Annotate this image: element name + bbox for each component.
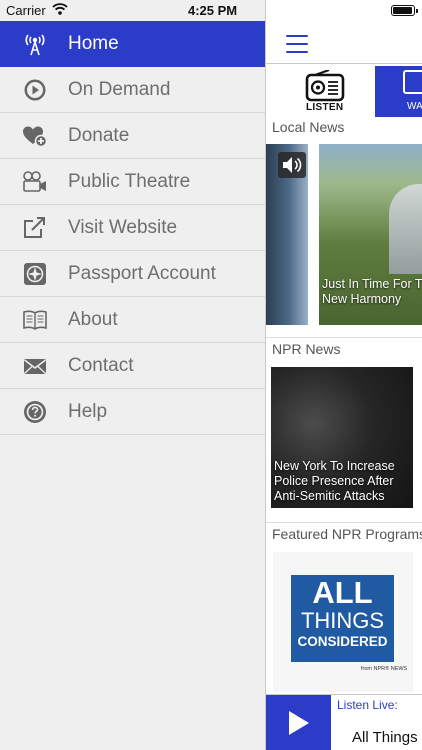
menu-item-contact[interactable]: Contact [0, 343, 265, 389]
all-things-considered-logo: ALL THINGS CONSIDERED [291, 575, 394, 662]
book-icon [23, 310, 47, 330]
npr-news-title: NPR News [272, 341, 341, 357]
local-news-caption-line1: Just In Time For T [322, 277, 422, 291]
compass-icon [24, 263, 46, 285]
envelope-icon [24, 359, 46, 374]
menu-label-home: Home [68, 33, 119, 54]
tab-listen[interactable]: LISTEN [273, 67, 375, 117]
menu-label-visit-website: Visit Website [68, 217, 178, 238]
menu-item-donate[interactable]: Donate [0, 113, 265, 159]
question-circle-icon [24, 401, 46, 423]
all-things-considered-card[interactable]: ALL THINGS CONSIDERED from NPR® NEWS [273, 552, 413, 692]
film-camera-icon [23, 171, 46, 192]
heart-plus-icon [23, 126, 48, 148]
menu-label-contact: Contact [68, 355, 134, 376]
status-time: 4:25 PM [188, 3, 238, 18]
menu-list: Home On Demand Donate Public Theatre Vis… [0, 21, 265, 435]
menu-item-on-demand[interactable]: On Demand [0, 67, 265, 113]
local-news-card-video[interactable] [266, 144, 308, 325]
menu-item-about[interactable]: About [0, 297, 265, 343]
play-icon [289, 711, 309, 735]
logo-line-1: ALL [312, 575, 373, 610]
play-button[interactable] [266, 695, 331, 750]
npr-news-caption-line1: New York To Increase [274, 459, 395, 473]
menu-label-help: Help [68, 401, 108, 422]
local-news-caption-line2: New Harmony [322, 292, 402, 306]
logo-line-3: CONSIDERED [297, 634, 388, 649]
local-news-title: Local News [272, 119, 345, 135]
battery-icon [391, 5, 418, 16]
menu-label-on-demand: On Demand [68, 79, 171, 100]
menu-label-passport-account: Passport Account [68, 263, 216, 284]
side-menu: Home On Demand Donate Public Theatre Vis… [0, 0, 265, 750]
logo-line-2: THINGS [300, 608, 385, 633]
menu-item-public-theatre[interactable]: Public Theatre [0, 159, 265, 205]
hamburger-menu-icon[interactable] [286, 35, 308, 53]
now-playing-title: All Things [352, 729, 418, 746]
external-link-icon [24, 217, 45, 238]
npr-news-card[interactable]: New York To Increase Police Presence Aft… [271, 367, 413, 508]
greenhouse-image [389, 184, 422, 274]
section-divider [266, 337, 422, 338]
menu-item-help[interactable]: Help [0, 389, 265, 435]
listen-live-label: Listen Live: [337, 698, 398, 712]
carrier-label: Carrier [6, 3, 46, 18]
tab-watch-label: WA [407, 101, 422, 112]
wifi-icon [52, 3, 68, 15]
npr-news-caption-line2: Police Presence After [274, 474, 394, 488]
tv-icon [403, 70, 422, 94]
menu-item-visit-website[interactable]: Visit Website [0, 205, 265, 251]
menu-item-home[interactable]: Home [0, 21, 265, 67]
menu-label-public-theatre: Public Theatre [68, 171, 191, 192]
play-circle-icon [24, 79, 46, 101]
logo-from-npr: from NPR® NEWS [361, 666, 408, 672]
npr-news-caption-line3: Anti-Semitic Attacks [274, 489, 385, 503]
tab-listen-label: LISTEN [306, 102, 344, 113]
tab-watch[interactable]: WA [375, 66, 422, 117]
speaker-icon[interactable] [278, 152, 306, 178]
local-news-card[interactable]: Just In Time For T New Harmony [319, 144, 422, 325]
live-player-bar: Listen Live: All Things [266, 694, 422, 750]
antenna-icon [25, 34, 45, 56]
radio-icon [305, 70, 345, 102]
topbar-divider [266, 63, 422, 64]
section-divider [266, 522, 422, 523]
menu-item-passport-account[interactable]: Passport Account [0, 251, 265, 297]
main-content: LISTEN WA Local News Just In Time For T … [265, 0, 422, 750]
menu-label-about: About [68, 309, 118, 330]
menu-label-donate: Donate [68, 125, 130, 146]
featured-programs-title: Featured NPR Programs [272, 526, 422, 542]
status-bar: Carrier 4:25 PM [0, 0, 422, 22]
